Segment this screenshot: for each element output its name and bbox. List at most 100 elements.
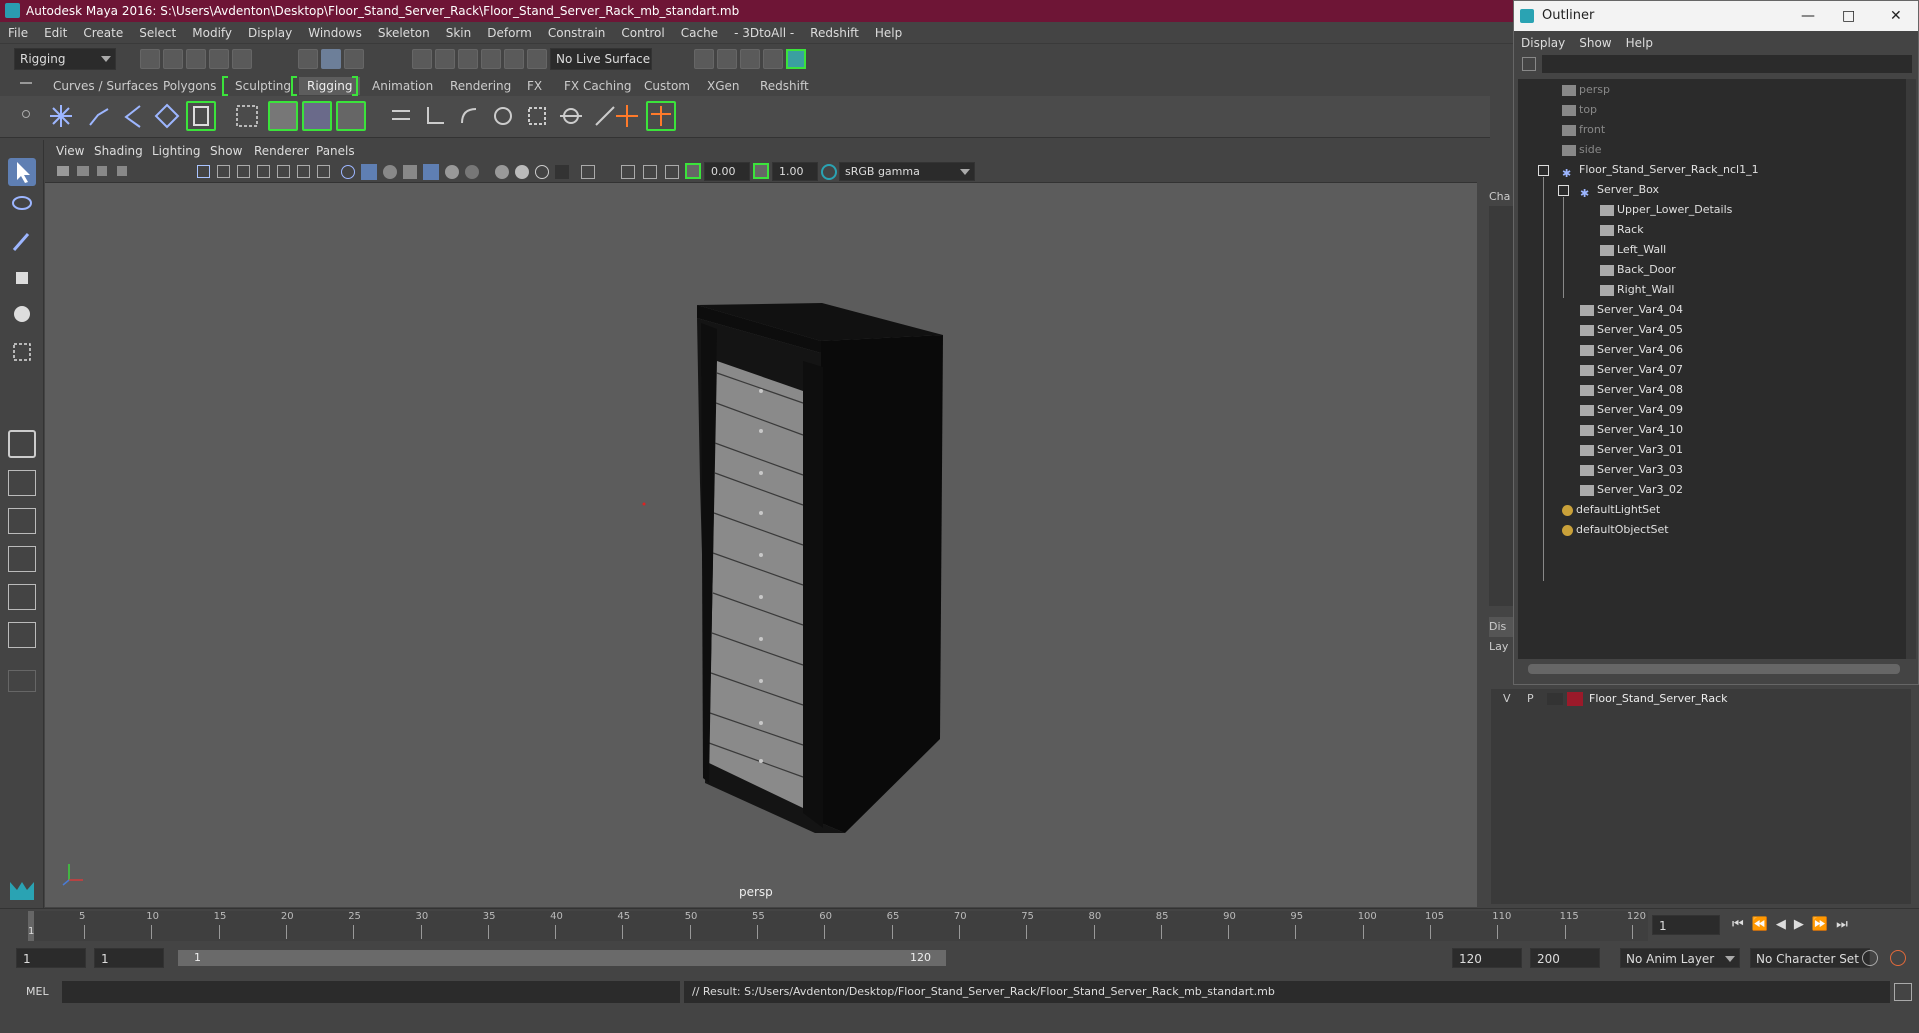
menu-skin[interactable]: Skin	[438, 22, 480, 44]
resolution-gate-icon[interactable]	[237, 165, 250, 178]
minimize-icon[interactable]: —	[1801, 1, 1815, 31]
tree-node-rack[interactable]: Rack	[1600, 221, 1644, 239]
anim-prefs-icon[interactable]	[1890, 950, 1906, 966]
tree-node-server-var4-10[interactable]: Server_Var4_10	[1580, 421, 1683, 439]
motion-blur-icon[interactable]	[515, 165, 529, 179]
xray-joints-icon[interactable]	[621, 165, 635, 179]
exposure-field[interactable]: 0.00	[704, 162, 750, 181]
rigid-bind-icon[interactable]	[302, 101, 332, 131]
tree-node-default-light-set[interactable]: defaultLightSet	[1562, 501, 1660, 519]
tree-node-server-var4-05[interactable]: Server_Var4_05	[1580, 321, 1683, 339]
panel-menu-shading[interactable]: Shading	[94, 144, 143, 158]
color-management-icon[interactable]	[821, 164, 837, 180]
tree-node-server-var3-03[interactable]: Server_Var3_03	[1580, 461, 1683, 479]
collapse-toggle-icon[interactable]	[1558, 185, 1569, 196]
menu-help[interactable]: Help	[867, 22, 910, 44]
menu-edit[interactable]: Edit	[36, 22, 75, 44]
menu-windows[interactable]: Windows	[300, 22, 370, 44]
panel-menu-show[interactable]: Show	[210, 144, 242, 158]
gamma-field[interactable]: 1.00	[772, 162, 818, 181]
tree-node-upper-lower-details[interactable]: Upper_Lower_Details	[1600, 201, 1732, 219]
magnet-icon[interactable]	[527, 49, 547, 69]
undo-icon[interactable]	[209, 49, 229, 69]
outliner-filter-input[interactable]	[1542, 55, 1912, 73]
open-scene-icon[interactable]	[163, 49, 183, 69]
ipr-render-icon[interactable]	[740, 49, 760, 69]
snap-point-icon[interactable]	[458, 49, 478, 69]
panel-menu-view[interactable]: View	[56, 144, 84, 158]
tree-node-server-var4-07[interactable]: Server_Var4_07	[1580, 361, 1683, 379]
playback-end-field[interactable]: 120	[1452, 948, 1522, 968]
xray-active-icon[interactable]	[643, 165, 657, 179]
tree-node-server-var4-08[interactable]: Server_Var4_08	[1580, 381, 1683, 399]
tree-node-back-door[interactable]: Back_Door	[1600, 261, 1676, 279]
snap-surface-icon[interactable]	[504, 49, 524, 69]
menu-constrain[interactable]: Constrain	[540, 22, 614, 44]
tab-xgen[interactable]: XGen	[699, 77, 748, 95]
textured-icon[interactable]	[403, 165, 417, 179]
ik-spline-icon[interactable]	[118, 101, 148, 131]
xray-icon[interactable]	[423, 164, 439, 180]
tree-node-top[interactable]: top	[1562, 101, 1597, 119]
panel-menu-renderer[interactable]: Renderer	[254, 144, 309, 158]
add-joint-icon[interactable]	[612, 101, 642, 131]
tree-node-server-var4-04[interactable]: Server_Var4_04	[1580, 301, 1683, 319]
tab-rendering[interactable]: Rendering	[442, 77, 519, 95]
paint-weights-icon[interactable]	[336, 101, 366, 131]
menu-create[interactable]: Create	[75, 22, 131, 44]
joint-tool-icon[interactable]	[46, 101, 76, 131]
persp-outliner-layout-icon[interactable]	[8, 508, 36, 534]
camera-icon[interactable]	[57, 166, 69, 176]
layers-tab[interactable]: Lay	[1489, 640, 1508, 653]
tree-node-server-var3-02[interactable]: Server_Var3_02	[1580, 481, 1683, 499]
tab-custom[interactable]: Custom	[636, 77, 698, 95]
persp-graph-layout-icon[interactable]	[8, 546, 36, 572]
tree-node-server-var3-01[interactable]: Server_Var3_01	[1580, 441, 1683, 459]
panel-menu-panels[interactable]: Panels	[316, 144, 355, 158]
ssao-icon[interactable]	[495, 165, 509, 179]
tab-sculpting[interactable]: Sculpting	[227, 77, 299, 95]
wireframe-icon[interactable]	[341, 165, 355, 179]
tree-node-root-group[interactable]: ✱ Floor_Stand_Server_Rack_ncl1_1	[1562, 161, 1759, 180]
playback-controls[interactable]: ⏮⏪◀▶⏩⏭	[1732, 917, 1902, 935]
shelf-menu-icon[interactable]	[20, 82, 32, 84]
scene-start-field[interactable]: 1	[16, 948, 86, 968]
tree-node-right-wall[interactable]: Right_Wall	[1600, 281, 1675, 299]
outliner-vertical-scrollbar[interactable]	[1906, 79, 1916, 659]
outliner-horizontal-scrollbar[interactable]	[1528, 664, 1900, 674]
outliner-layout-icon[interactable]	[8, 622, 36, 648]
time-slider[interactable]: 1 5 10 15 20 25 30 35 40 45 50 55 60 65 70 75 80 85 90 95 1…	[0, 908, 1919, 944]
select-hierarchy-icon[interactable]	[298, 49, 318, 69]
select-component-icon[interactable]	[344, 49, 364, 69]
channel-box-tab[interactable]: Cha	[1489, 190, 1510, 203]
panel-menu-lighting[interactable]: Lighting	[152, 144, 201, 158]
image-plane-icon[interactable]	[117, 166, 127, 176]
smooth-bind-icon[interactable]	[268, 101, 298, 131]
layer-visibility-toggle[interactable]: V	[1503, 692, 1511, 705]
tab-animation[interactable]: Animation	[364, 77, 441, 95]
close-icon[interactable]: ✕	[1890, 1, 1902, 31]
parent-constraint-icon[interactable]	[386, 101, 416, 131]
menu-deform[interactable]: Deform	[479, 22, 540, 44]
four-view-icon[interactable]	[8, 470, 36, 496]
layer-reference-toggle[interactable]	[1547, 693, 1563, 705]
depth-of-field-icon[interactable]	[555, 165, 569, 179]
menu-3dtoall[interactable]: - 3DtoAll -	[726, 22, 802, 44]
color-space-dropdown[interactable]: sRGB gamma	[839, 162, 975, 181]
menu-select[interactable]: Select	[131, 22, 184, 44]
menu-control[interactable]: Control	[613, 22, 672, 44]
server-rack-model[interactable]	[45, 183, 1477, 907]
safe-title-icon[interactable]	[317, 165, 330, 178]
menu-modify[interactable]: Modify	[184, 22, 240, 44]
move-tool-icon[interactable]	[8, 264, 36, 292]
auto-key-icon[interactable]	[1862, 950, 1878, 966]
select-tool-icon[interactable]	[8, 158, 36, 186]
smooth-shade-icon[interactable]	[361, 164, 377, 180]
live-surface-field[interactable]: No Live Surface	[550, 48, 652, 70]
display-tab[interactable]: Dis	[1489, 617, 1513, 637]
paint-select-icon[interactable]	[8, 228, 36, 256]
gamma-icon[interactable]	[753, 163, 769, 179]
pole-vector-icon[interactable]	[556, 101, 586, 131]
antialias-icon[interactable]	[535, 165, 549, 179]
tree-node-server-var4-06[interactable]: Server_Var4_06	[1580, 341, 1683, 359]
